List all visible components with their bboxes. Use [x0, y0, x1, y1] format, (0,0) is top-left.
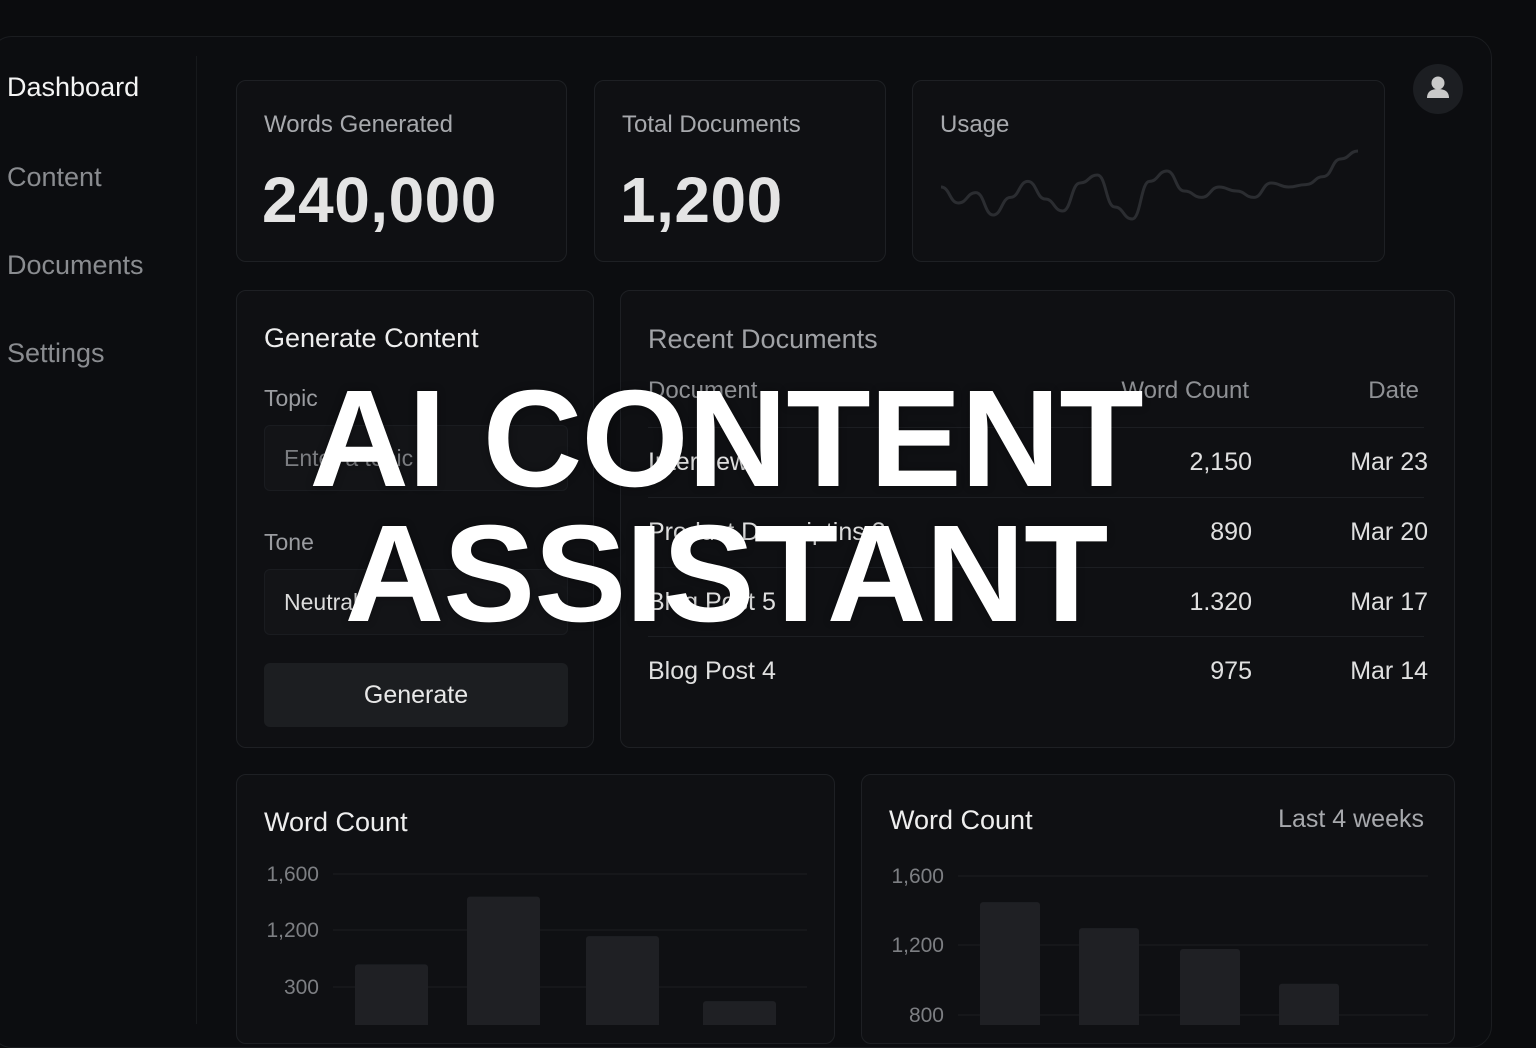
bar[interactable]: [703, 1001, 776, 1025]
generate-button[interactable]: Generate: [264, 663, 568, 727]
y-tick-label: 800: [909, 1004, 944, 1025]
date-value: Mar 17: [1350, 588, 1428, 616]
bar[interactable]: [1079, 928, 1139, 1025]
words-generated-card: Words Generated 240,000: [236, 80, 567, 262]
bar[interactable]: [467, 896, 540, 1025]
topic-label: Topic: [264, 385, 318, 411]
y-tick-label: 1,600: [891, 865, 944, 888]
word-count-chart: 1,600 1,200 300: [266, 863, 807, 1025]
usage-card: Usage: [912, 80, 1385, 262]
topic-input[interactable]: [264, 425, 568, 491]
sidebar-item-settings[interactable]: Settings: [7, 338, 105, 369]
word-count-value: 2,150: [1189, 448, 1252, 476]
word-count-value: 975: [1210, 657, 1252, 685]
y-tick-label: 1,600: [266, 863, 319, 886]
document-name: Blog Post 5: [648, 588, 776, 616]
y-tick-label: 1,200: [891, 934, 944, 957]
total-documents-value: 1,200: [620, 164, 783, 236]
table-row[interactable]: Interview 2,150 Mar 23: [648, 427, 1428, 498]
words-generated-value: 240,000: [262, 164, 497, 236]
date-value: Mar 20: [1350, 518, 1428, 546]
column-header-word-count[interactable]: Word Count: [1121, 377, 1249, 405]
sidebar: Dashboard Content Documents Settings: [0, 56, 197, 1024]
sidebar-item-documents[interactable]: Documents: [7, 250, 144, 281]
tone-select-value: Neutral: [284, 589, 359, 615]
column-header-document[interactable]: Document: [648, 377, 757, 405]
word-count-value: 1.320: [1189, 588, 1252, 616]
column-header-date[interactable]: Date: [1368, 377, 1419, 405]
recent-documents-panel: Recent Documents Document Word Count Dat…: [620, 290, 1455, 748]
document-name: Interview: [648, 448, 749, 476]
table-row[interactable]: Blog Post 4 975 Mar 14: [648, 636, 1428, 707]
word-count-weekly-chart: 1,600 1,200 800: [891, 865, 1428, 1025]
tone-select[interactable]: Neutral: [264, 569, 568, 635]
y-tick-label: 1,200: [266, 919, 319, 942]
bar[interactable]: [1279, 983, 1339, 1025]
document-name: Blog Post 4: [648, 657, 776, 685]
word-count-value: 890: [1210, 518, 1252, 546]
word-count-chart-card: Word Count 1,600 1,200 300: [236, 774, 835, 1044]
word-count-weekly-chart-card: Word Count Last 4 weeks 1,600 1,200 800: [861, 774, 1455, 1044]
bar[interactable]: [980, 902, 1040, 1025]
recent-documents-title: Recent Documents: [648, 324, 878, 354]
sidebar-item-dashboard[interactable]: Dashboard: [7, 72, 139, 103]
date-value: Mar 14: [1350, 657, 1428, 685]
usage-line: [940, 149, 1359, 221]
sidebar-item-content[interactable]: Content: [7, 162, 102, 193]
total-documents-card: Total Documents 1,200: [594, 80, 886, 262]
generate-content-panel: Generate Content Topic Tone Neutral Gene…: [236, 290, 594, 748]
bar[interactable]: [586, 936, 659, 1025]
y-tick-label: 300: [284, 976, 319, 999]
tone-label: Tone: [264, 529, 314, 555]
table-row[interactable]: Blog Post 5 1.320 Mar 17: [648, 567, 1428, 638]
generate-content-title: Generate Content: [264, 323, 479, 353]
total-documents-label: Total Documents: [622, 111, 801, 138]
words-generated-label: Words Generated: [264, 111, 453, 138]
usage-sparkline: [940, 149, 1359, 221]
avatar[interactable]: [1413, 64, 1463, 114]
user-icon: [1427, 76, 1449, 98]
date-value: Mar 23: [1350, 448, 1428, 476]
document-name: Product Descriptins 3: [648, 518, 886, 546]
bar[interactable]: [355, 964, 428, 1025]
bar[interactable]: [1180, 948, 1240, 1025]
table-row[interactable]: Product Descriptins 3 890 Mar 20: [648, 497, 1428, 568]
